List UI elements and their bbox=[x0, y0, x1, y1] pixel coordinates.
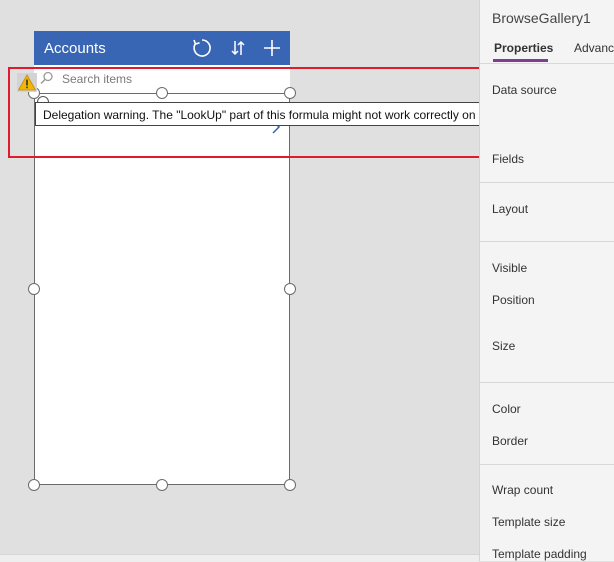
property-data-source[interactable]: Data source bbox=[492, 83, 557, 97]
add-icon[interactable] bbox=[261, 37, 283, 59]
property-visible[interactable]: Visible bbox=[492, 261, 527, 275]
tab-properties[interactable]: Properties bbox=[494, 41, 553, 55]
section-divider bbox=[480, 241, 614, 242]
resize-handle-bottom-right[interactable] bbox=[284, 479, 296, 491]
property-fields[interactable]: Fields bbox=[492, 152, 524, 166]
property-wrap-count[interactable]: Wrap count bbox=[492, 483, 553, 497]
screen-title: Accounts bbox=[44, 40, 106, 57]
refresh-icon[interactable] bbox=[191, 37, 213, 59]
sort-icon[interactable] bbox=[227, 37, 249, 59]
control-name[interactable]: BrowseGallery1 bbox=[492, 10, 591, 26]
property-template-padding[interactable]: Template padding bbox=[492, 547, 587, 561]
property-border[interactable]: Border bbox=[492, 434, 528, 448]
resize-handle-middle-left[interactable] bbox=[28, 283, 40, 295]
tab-advanced[interactable]: Advanced bbox=[574, 41, 614, 55]
property-layout[interactable]: Layout bbox=[492, 202, 528, 216]
section-divider bbox=[480, 382, 614, 383]
property-color[interactable]: Color bbox=[492, 402, 521, 416]
screen-header: Accounts bbox=[34, 31, 290, 65]
resize-handle-bottom-left[interactable] bbox=[28, 479, 40, 491]
resize-handle-middle-right[interactable] bbox=[284, 283, 296, 295]
properties-panel: BrowseGallery1 Properties Advanced Data … bbox=[479, 0, 614, 561]
property-template-size[interactable]: Template size bbox=[492, 515, 565, 529]
section-divider bbox=[480, 464, 614, 465]
property-position[interactable]: Position bbox=[492, 293, 535, 307]
resize-handle-bottom-center[interactable] bbox=[156, 479, 168, 491]
property-size[interactable]: Size bbox=[492, 339, 515, 353]
section-divider bbox=[480, 182, 614, 183]
active-tab-indicator bbox=[493, 59, 548, 62]
tab-divider bbox=[480, 63, 614, 64]
